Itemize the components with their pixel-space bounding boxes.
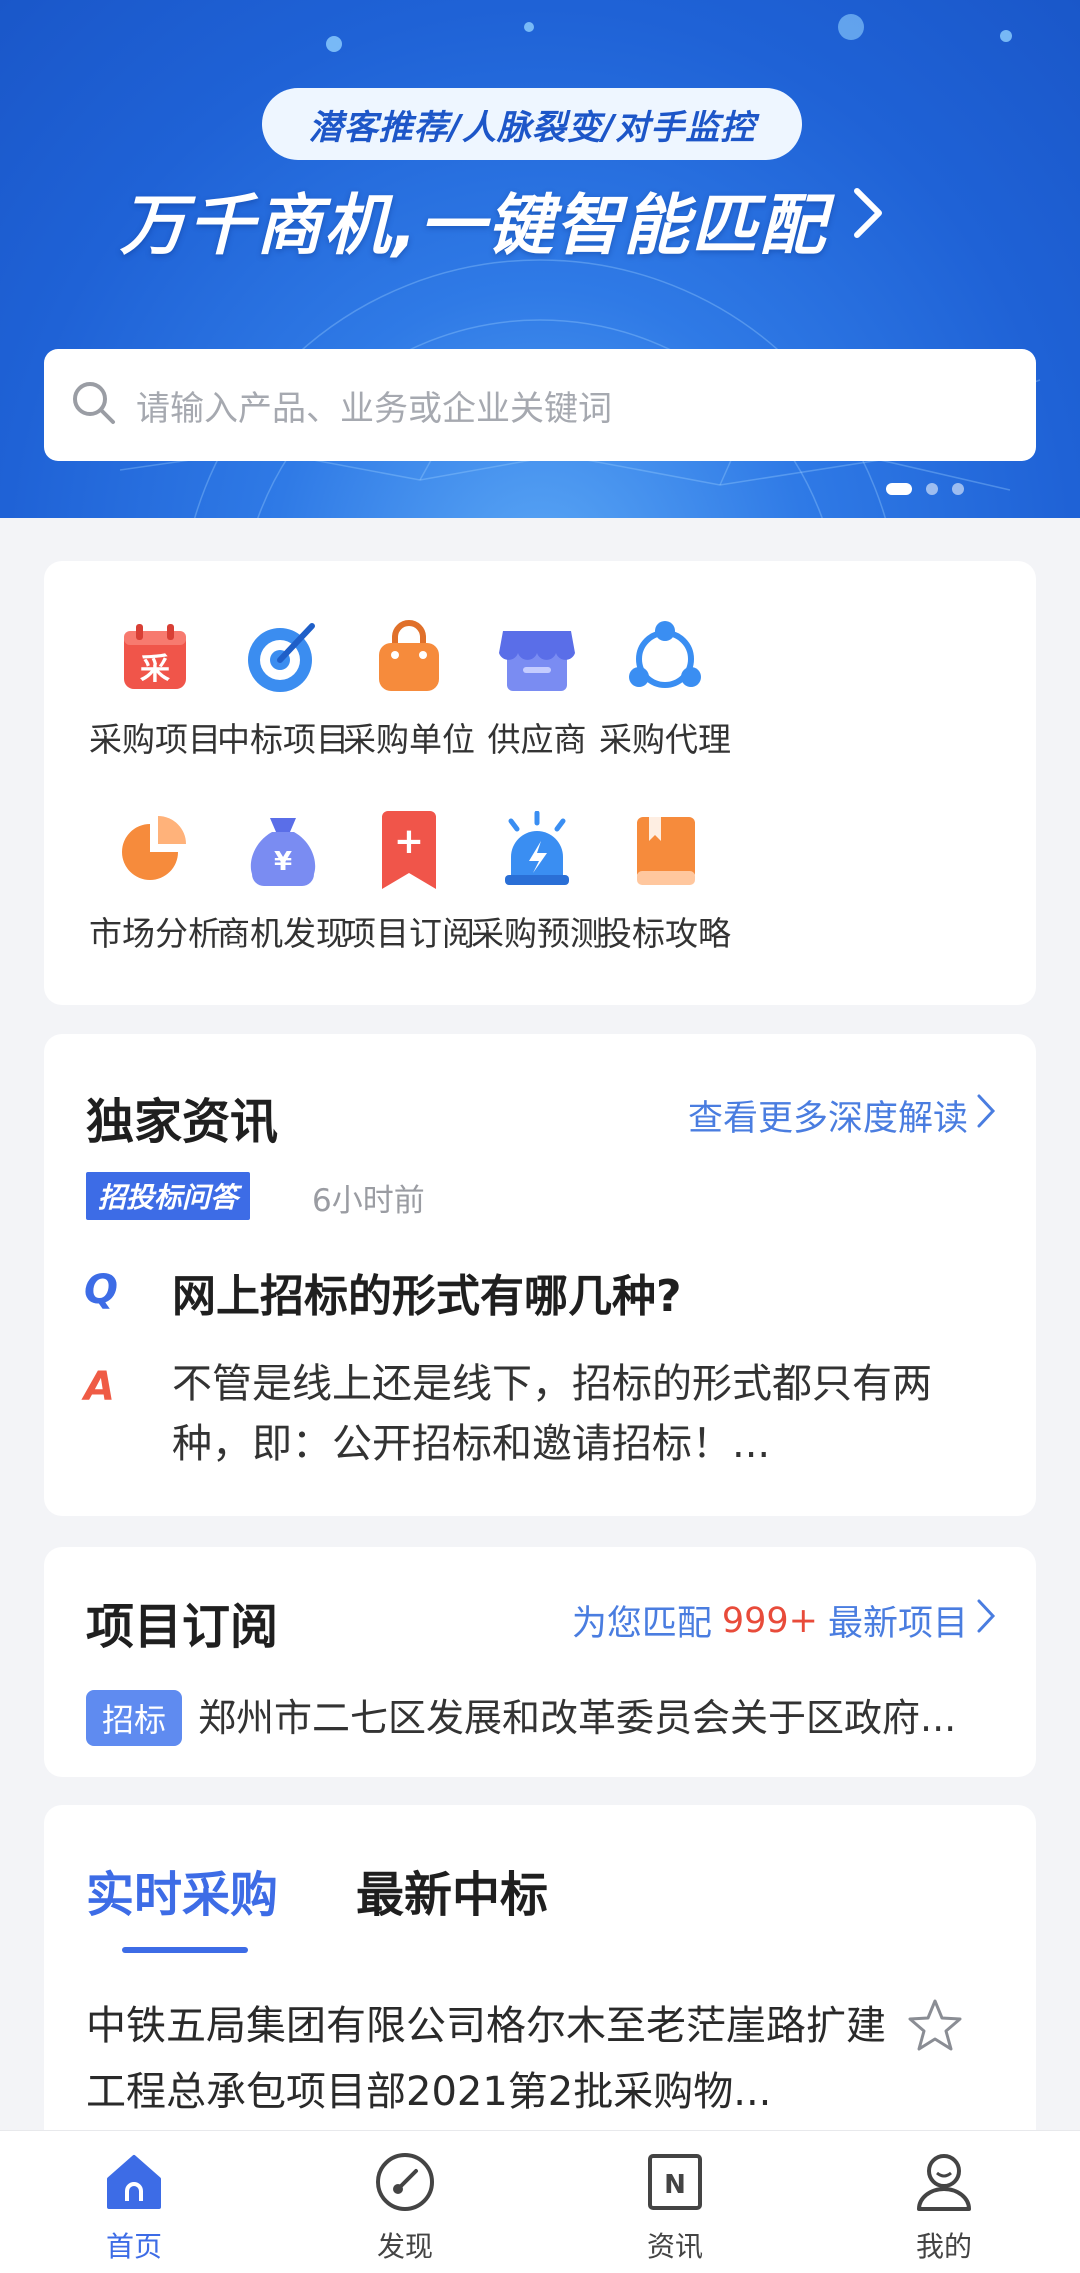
- carousel-dot-active: [886, 483, 912, 495]
- nav-label: 发现: [376, 2230, 433, 2263]
- search-placeholder: 请输入产品、业务或企业关键词: [136, 388, 612, 429]
- star-icon[interactable]: [906, 1997, 964, 2057]
- nav-label: 我的: [915, 2230, 972, 2263]
- news-timestamp: 6小时前: [312, 1183, 425, 1219]
- carousel-dot: [952, 483, 964, 495]
- purchase-calendar-glyph: 采: [140, 652, 170, 687]
- nav-item-discover[interactable]: 发现: [335, 2147, 475, 2265]
- hero-banner[interactable]: 潜客推荐/人脉裂变/对手监控 万千商机,一键智能匹配 请输入产品、业务或企业关键…: [0, 0, 1080, 518]
- match-prefix: 为您匹配: [571, 1604, 712, 1644]
- search-icon: [70, 379, 118, 431]
- carousel-indicator: [886, 483, 964, 495]
- banner-dot: [1000, 30, 1012, 42]
- search-input[interactable]: 请输入产品、业务或企业关键词: [44, 349, 1036, 461]
- banner-dot: [838, 14, 864, 40]
- tab-latest-winning[interactable]: 最新中标: [356, 1855, 548, 1925]
- nav-label: 资讯: [646, 2230, 703, 2263]
- bookmark-plus-glyph: +: [394, 821, 424, 862]
- exclusive-news-card[interactable]: 独家资讯 查看更多深度解读 招投标问答 6小时前 Q 网上招标的形式有哪几种? …: [44, 1034, 1036, 1516]
- grid-item-label: 投标攻略: [599, 914, 731, 953]
- answer-mark-icon: A: [84, 1364, 115, 1410]
- tab-realtime-procurement[interactable]: 实时采购: [86, 1855, 278, 1925]
- function-grid: 采 采购项目 中标项目 采购单位 供应商 采购代理 市场分析 ¥ 商机发现 + …: [44, 561, 1036, 1005]
- chevron-right-icon: [976, 1598, 996, 1643]
- bookmark-plus-icon: +: [369, 811, 449, 891]
- tab-active-indicator: [122, 1947, 248, 1953]
- news-section-title: 独家资讯: [86, 1094, 279, 1150]
- match-suffix: 最新项目: [827, 1604, 968, 1644]
- network-icon: [625, 617, 705, 697]
- nav-item-home[interactable]: 首页: [64, 2147, 204, 2265]
- banner-pill-text: 潜客推荐/人脉裂变/对手监控: [308, 107, 756, 148]
- target-icon: [243, 617, 323, 697]
- bottom-navigation: 首页 发现 N 资讯 我的: [0, 2130, 1080, 2273]
- grid-item-purchase-agent[interactable]: 采购代理: [570, 617, 760, 761]
- nav-item-profile[interactable]: 我的: [874, 2147, 1014, 2265]
- project-subscription-card[interactable]: 项目订阅 为您匹配 999+ 最新项目 招标 郑州市二七区发展和改革委员会关于区…: [44, 1547, 1036, 1777]
- subscription-match-link[interactable]: 为您匹配 999+ 最新项目: [572, 1595, 996, 1646]
- carousel-dot: [926, 483, 938, 495]
- procurement-list-card: 实时采购 最新中标 中铁五局集团有限公司格尔木至老茫崖路扩建工程总承包项目部20…: [44, 1805, 1036, 2135]
- news-answer[interactable]: 不管是线上还是线下，招标的形式都只有两种，即：公开招标和邀请招标！...: [172, 1354, 1002, 1474]
- match-count: 999+: [721, 1600, 818, 1641]
- chevron-right-icon: [976, 1093, 996, 1138]
- nav-item-news[interactable]: N 资讯: [605, 2147, 745, 2265]
- qa-category-tag: 招投标问答: [86, 1172, 251, 1220]
- alarm-icon: [497, 811, 577, 891]
- pie-chart-icon: [115, 811, 195, 891]
- compass-icon: [335, 2147, 475, 2217]
- news-icon-glyph: N: [664, 2170, 686, 2200]
- banner-slogan[interactable]: 万千商机,一键智能匹配: [120, 175, 940, 265]
- list-item[interactable]: 中铁五局集团有限公司格尔木至老茫崖路扩建工程总承包项目部2021第2批采购物..…: [86, 1993, 916, 2125]
- banner-dot: [326, 36, 342, 52]
- nav-label: 首页: [105, 2230, 162, 2263]
- question-mark-icon: Q: [84, 1267, 119, 1313]
- tender-tag: 招标: [86, 1690, 183, 1746]
- banner-dot: [524, 22, 534, 32]
- home-icon: [64, 2147, 204, 2217]
- news-more-label: 查看更多深度解读: [687, 1099, 968, 1139]
- shopping-bag-icon: [369, 617, 449, 697]
- purchase-calendar-icon: 采: [115, 617, 195, 697]
- banner-pill: 潜客推荐/人脉裂变/对手监控: [262, 88, 802, 160]
- subscription-item[interactable]: 郑州市二七区发展和改革委员会关于区政府...: [198, 1689, 998, 1747]
- book-icon: [625, 811, 705, 891]
- news-icon: N: [605, 2147, 745, 2217]
- news-question[interactable]: 网上招标的形式有哪几种?: [172, 1260, 682, 1324]
- money-bag-glyph: ¥: [274, 847, 292, 877]
- grid-item-bidding-guide[interactable]: 投标攻略: [570, 811, 760, 955]
- money-bag-icon: ¥: [243, 811, 323, 891]
- chevron-right-icon: [851, 185, 885, 256]
- subscription-section-title: 项目订阅: [86, 1599, 279, 1655]
- banner-slogan-text: 万千商机,一键智能匹配: [120, 187, 828, 264]
- profile-icon: [874, 2147, 1014, 2217]
- news-more-link[interactable]: 查看更多深度解读: [688, 1090, 996, 1141]
- store-icon: [497, 617, 577, 697]
- grid-item-label: 采购代理: [599, 720, 731, 759]
